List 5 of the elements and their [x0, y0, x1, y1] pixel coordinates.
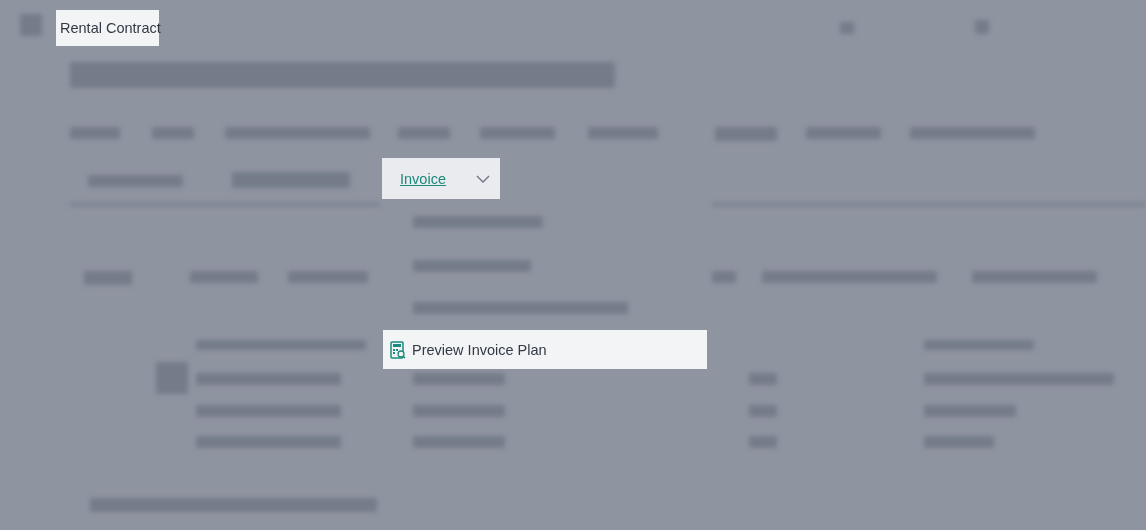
page-title: Rental Contract — [56, 10, 159, 46]
invoice-menu-button[interactable]: Invoice — [382, 158, 500, 199]
calculator-icon — [390, 340, 406, 359]
chevron-down-icon — [475, 174, 490, 183]
menu-item[interactable]: Preview Invoice Plan — [383, 330, 707, 369]
